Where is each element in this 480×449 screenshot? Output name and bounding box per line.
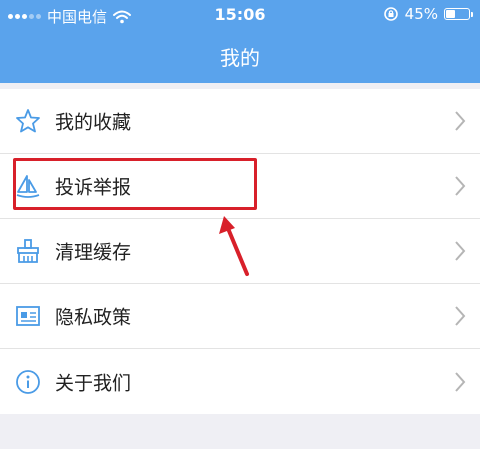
rotation-lock-icon — [383, 7, 398, 21]
broom-icon — [17, 239, 39, 263]
menu-item-label: 关于我们 — [55, 372, 132, 394]
app-header: 中国电信 15:06 45% 我的 — [0, 0, 480, 83]
annotation-highlight-box — [13, 158, 257, 210]
id-card-icon — [16, 306, 40, 326]
annotation-arrow-icon — [219, 216, 249, 276]
menu-item-label: 清理缓存 — [55, 241, 132, 264]
chevron-right-icon — [455, 306, 466, 326]
menu-item-label: 我的收藏 — [55, 111, 132, 134]
menu-item-privacy-policy[interactable]: 隐私政策 — [0, 284, 480, 349]
chevron-right-icon — [455, 111, 466, 131]
chevron-right-icon — [455, 371, 466, 392]
info-icon — [16, 369, 40, 394]
menu-item-label: 隐私政策 — [55, 306, 132, 329]
battery-percent: 45% — [404, 5, 438, 23]
menu-item-about-us[interactable]: 关于我们 — [0, 349, 480, 414]
battery-icon — [444, 8, 473, 20]
page-title: 我的 — [220, 46, 260, 70]
status-bar: 中国电信 15:06 45% — [0, 0, 480, 30]
chevron-right-icon — [455, 241, 466, 261]
menu-item-favorites[interactable]: 我的收藏 — [0, 89, 480, 154]
chevron-right-icon — [455, 176, 466, 196]
star-icon — [16, 109, 40, 133]
